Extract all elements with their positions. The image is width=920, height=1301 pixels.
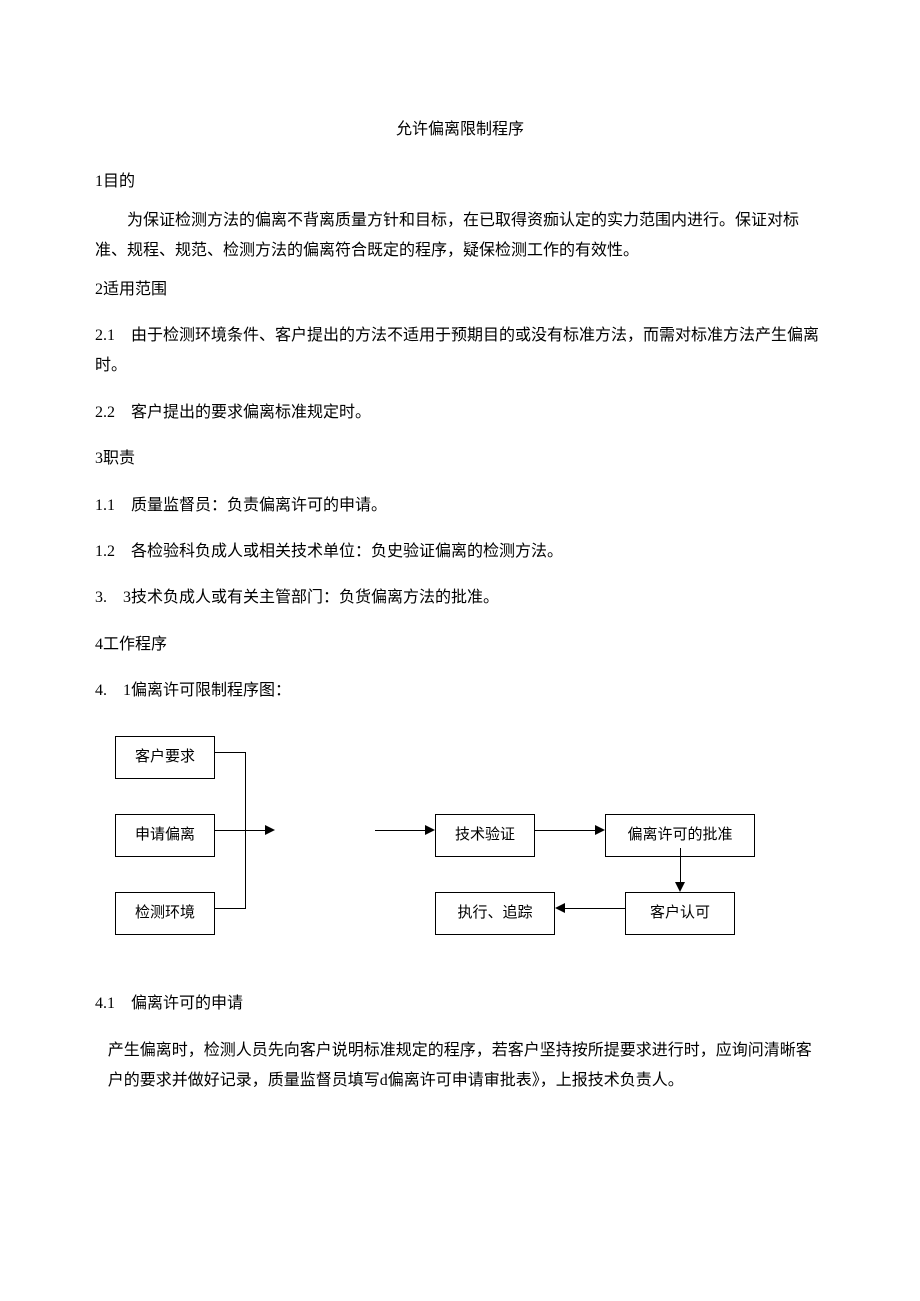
item-4-1a: 4. 1偏离许可限制程序图： — [95, 676, 825, 706]
flow-line — [680, 848, 681, 882]
flow-box-apply-deviation: 申请偏离 — [115, 814, 215, 857]
flow-box-tech-verify: 技术验证 — [435, 814, 535, 857]
item-1-1: 1.1 质量监督员：负责偏离许可的申请。 — [95, 491, 825, 521]
arrow-left-icon — [555, 903, 565, 913]
flowchart: 客户要求 检测方法 检测环境 申请偏离 技术验证 偏离许可的批准 执行、追踪 客… — [115, 736, 835, 971]
item-2-2: 2.2 客户提出的要求偏离标准规定时。 — [95, 398, 825, 428]
section1-heading: 1目的 — [95, 167, 825, 197]
arrow-right-icon — [265, 825, 275, 835]
flow-line — [215, 830, 245, 831]
item-1-2: 1.2 各检验科负成人或相关技术单位：负史验证偏离的检测方法。 — [95, 537, 825, 567]
doc-title: 允许偏离限制程序 — [95, 115, 825, 145]
arrow-down-icon — [675, 882, 685, 892]
flow-line — [535, 830, 595, 831]
section4-heading: 4工作程序 — [95, 630, 825, 660]
flow-box-detection-env: 检测环境 — [115, 892, 215, 935]
section3-heading: 3职责 — [95, 444, 825, 474]
flow-box-customer-confirm: 客户认可 — [625, 892, 735, 935]
flow-line — [215, 908, 245, 909]
flow-box-customer-request: 客户要求 — [115, 736, 215, 779]
arrow-right-icon — [595, 825, 605, 835]
flow-line — [215, 752, 245, 753]
item-4-1b: 4.1 偏离许可的申请 — [95, 989, 825, 1019]
flow-box-execute-track: 执行、追踪 — [435, 892, 555, 935]
para-4-1b: 产生偏离时，检测人员先向客户说明标准规定的程序，若客户坚持按所提要求进行时，应询… — [95, 1036, 825, 1097]
section1-paragraph: 为保证检测方法的偏离不背离质量方针和目标，在已取得资痂认定的实力范围内进行。保证… — [95, 206, 825, 267]
item-2-1: 2.1 由于检测环境条件、客户提出的方法不适用于预期目的或没有标准方法，而需对标… — [95, 321, 825, 382]
item-3-3: 3. 3技术负成人或有关主管部门：负货偏离方法的批准。 — [95, 583, 825, 613]
flow-line — [245, 830, 265, 831]
arrow-right-icon — [425, 825, 435, 835]
flow-line — [375, 830, 425, 831]
section2-heading: 2适用范围 — [95, 275, 825, 305]
flow-line — [565, 908, 625, 909]
